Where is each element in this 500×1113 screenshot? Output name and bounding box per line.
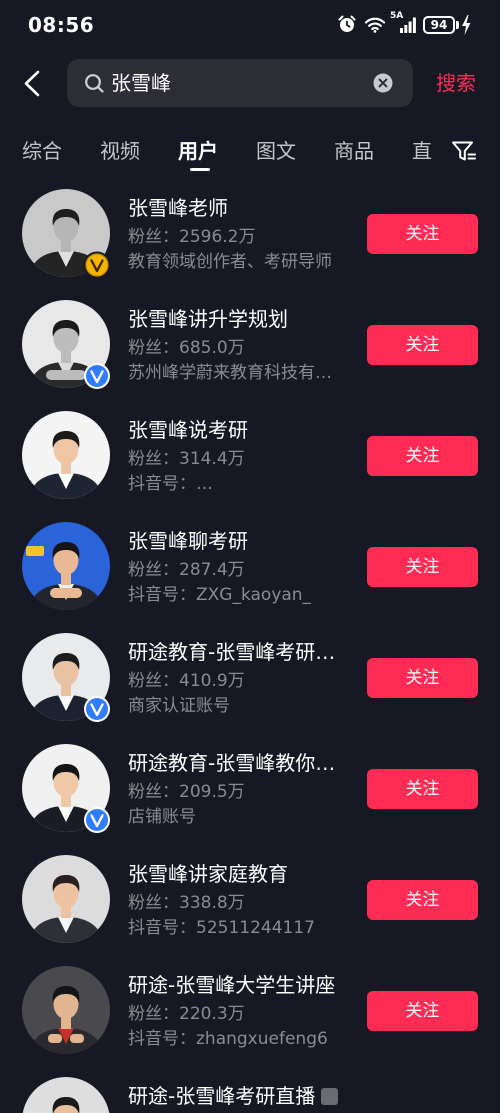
- user-list-item[interactable]: 研途-张雪峰大学生讲座 粉丝：220.3万 抖音号：zhangxuefeng6 …: [0, 955, 500, 1066]
- user-description: 店铺账号: [128, 807, 196, 827]
- user-description: 抖音号：ZXG_kaoyan_: [128, 585, 312, 605]
- follow-button[interactable]: 关注: [367, 547, 478, 587]
- user-avatar[interactable]: [22, 411, 110, 499]
- user-name: 研途教育-张雪峰考研…: [128, 640, 336, 664]
- user-description: 抖音号：52511244117: [128, 918, 315, 938]
- search-tabs: 综合 视频 用户 图文 商品 直: [0, 136, 432, 174]
- follower-count: 粉丝：338.8万: [128, 893, 245, 913]
- tab-users-label: 用户: [178, 139, 218, 163]
- user-name: 张雪峰讲家庭教育: [128, 862, 288, 886]
- follow-button[interactable]: 关注: [367, 658, 478, 698]
- user-list-item[interactable]: 张雪峰老师 粉丝：2596.2万 教育领域创作者、考研导师 关注: [0, 178, 500, 289]
- gold-verified-badge-icon: [83, 251, 111, 279]
- charging-icon: [462, 15, 471, 35]
- tab-products[interactable]: 商品: [334, 136, 374, 174]
- alarm-icon: [338, 15, 356, 32]
- clear-icon[interactable]: [373, 73, 393, 93]
- user-description: 抖音号：zhangxuefeng6: [128, 1029, 328, 1049]
- tab-live[interactable]: 直: [412, 136, 432, 174]
- blue-verified-badge-icon: [84, 807, 110, 833]
- filter-icon[interactable]: [451, 140, 477, 162]
- user-description: 商家认证账号: [128, 696, 230, 716]
- blue-verified-badge-icon: [84, 696, 110, 722]
- user-list-item[interactable]: 张雪峰聊考研 粉丝：287.4万 抖音号：ZXG_kaoyan_ 关注: [0, 511, 500, 622]
- follow-button[interactable]: 关注: [367, 991, 478, 1031]
- user-list-item[interactable]: 研途教育-张雪峰考研… 粉丝：410.9万 商家认证账号 关注: [0, 622, 500, 733]
- battery-icon: 94: [423, 16, 455, 34]
- search-icon: [85, 74, 104, 93]
- back-arrow-icon[interactable]: [23, 70, 41, 97]
- wifi-icon: [364, 17, 386, 33]
- user-name: 张雪峰讲升学规划: [128, 307, 288, 331]
- user-avatar[interactable]: [22, 855, 110, 943]
- follow-button[interactable]: 关注: [367, 214, 478, 254]
- follow-button[interactable]: 关注: [367, 769, 478, 809]
- battery-nub: [456, 21, 459, 29]
- user-name: 张雪峰聊考研: [128, 529, 248, 553]
- user-description: 苏州峰学蔚来教育科技有…: [128, 363, 332, 383]
- blue-verified-badge-icon: [84, 363, 110, 389]
- follower-count: 粉丝：685.0万: [128, 338, 245, 358]
- tab-image-text[interactable]: 图文: [256, 136, 296, 174]
- user-list-item[interactable]: 研途-张雪峰考研直播: [0, 1066, 500, 1113]
- user-name: 研途教育-张雪峰教你…: [128, 751, 336, 775]
- user-list-item[interactable]: 张雪峰讲升学规划 粉丝：685.0万 苏州峰学蔚来教育科技有… 关注: [0, 289, 500, 400]
- user-name: 研途-张雪峰大学生讲座: [128, 973, 336, 997]
- follower-count: 粉丝：2596.2万: [128, 227, 256, 247]
- user-list-item[interactable]: 张雪峰说考研 粉丝：314.4万 抖音号：… 关注: [0, 400, 500, 511]
- follower-count: 粉丝：220.3万: [128, 1004, 245, 1024]
- follower-count: 粉丝：410.9万: [128, 671, 245, 691]
- user-name: 张雪峰老师: [128, 196, 228, 220]
- search-input[interactable]: [111, 70, 361, 96]
- follow-button[interactable]: 关注: [367, 325, 478, 365]
- signal-icon: [400, 17, 416, 33]
- user-list-item[interactable]: 研途教育-张雪峰教你… 粉丝：209.5万 店铺账号 关注: [0, 733, 500, 844]
- user-description: 抖音号：…: [128, 474, 213, 494]
- tab-users[interactable]: 用户: [178, 136, 218, 174]
- user-name: 张雪峰说考研: [128, 418, 248, 442]
- user-avatar[interactable]: [22, 1077, 110, 1113]
- follow-button[interactable]: 关注: [367, 880, 478, 920]
- user-list-item[interactable]: 张雪峰讲家庭教育 粉丝：338.8万 抖音号：52511244117 关注: [0, 844, 500, 955]
- user-avatar[interactable]: [22, 966, 110, 1054]
- tab-selected-indicator: [190, 168, 210, 171]
- follower-count: 粉丝：209.5万: [128, 782, 245, 802]
- user-name: 研途-张雪峰考研直播: [128, 1084, 316, 1108]
- follower-count: 粉丝：287.4万: [128, 560, 245, 580]
- tab-videos[interactable]: 视频: [100, 136, 140, 174]
- user-description: 教育领域创作者、考研导师: [128, 252, 332, 272]
- status-time: 08:56: [28, 13, 95, 37]
- tab-all[interactable]: 综合: [22, 136, 62, 174]
- user-avatar[interactable]: [22, 522, 110, 610]
- follower-count: 粉丝：314.4万: [128, 449, 245, 469]
- search-button[interactable]: 搜索: [436, 69, 476, 97]
- gray-square-icon: [321, 1087, 339, 1105]
- user-name-row: 研途-张雪峰考研直播: [128, 1083, 339, 1109]
- follow-button[interactable]: 关注: [367, 436, 478, 476]
- search-box[interactable]: [67, 59, 413, 107]
